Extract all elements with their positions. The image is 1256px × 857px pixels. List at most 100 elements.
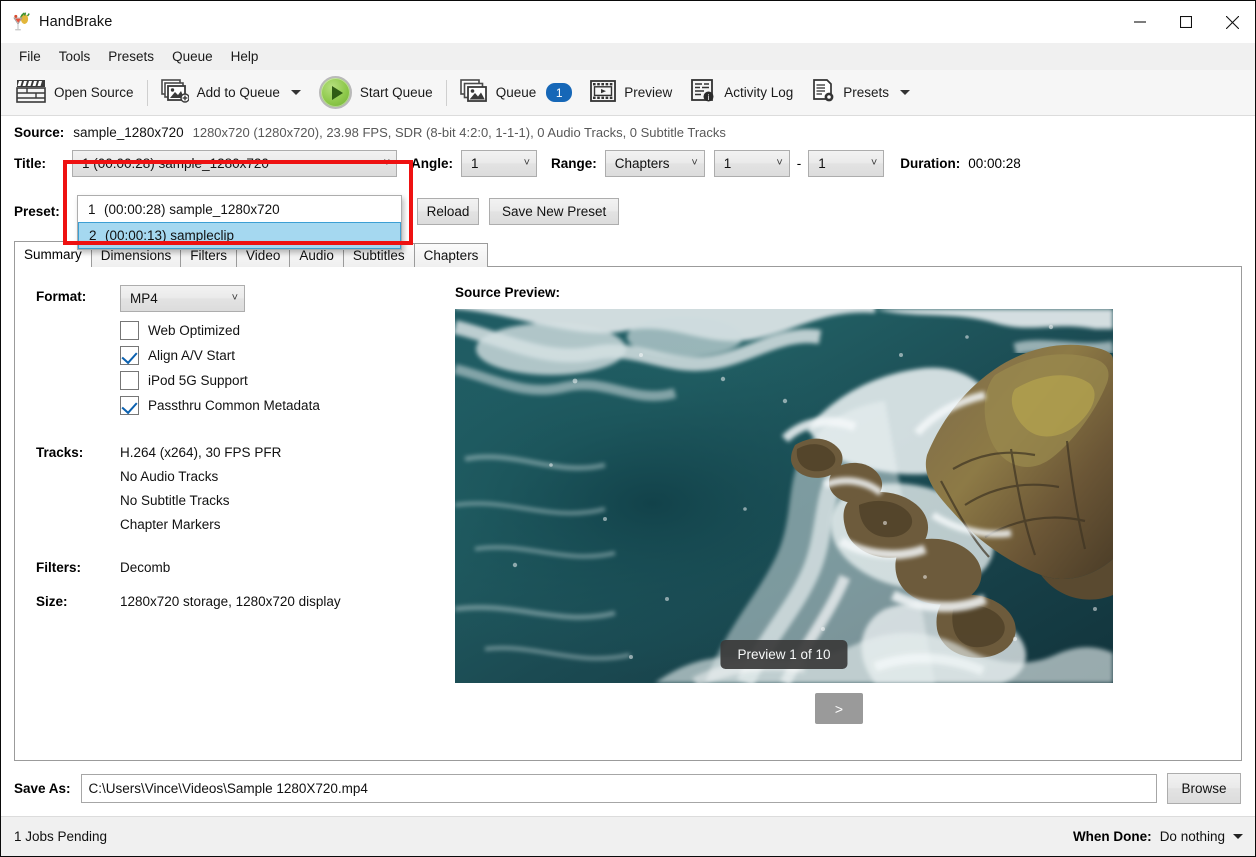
source-details: 1280x720 (1280x720), 23.98 FPS, SDR (8-b… <box>193 125 726 140</box>
summary-left-column: Format: MP4 ˅ Web Optimized Align A/V St… <box>15 285 455 760</box>
range-dash: - <box>797 156 802 171</box>
add-image-icon <box>161 79 189 106</box>
title-combobox-value: 1 (00:00:28) sample_1280x720 <box>82 156 269 171</box>
presets-chevron-down-icon[interactable] <box>900 90 910 95</box>
passthru-metadata-row[interactable]: Passthru Common Metadata <box>120 396 455 415</box>
add-to-queue-label: Add to Queue <box>197 85 280 100</box>
title-option-2-text: (00:00:13) sampleclip <box>105 228 234 243</box>
window-controls <box>1117 1 1255 43</box>
angle-label: Angle: <box>411 156 453 171</box>
title-combobox[interactable]: 1 (00:00:28) sample_1280x720 ˅ <box>72 150 397 177</box>
chevron-down-icon[interactable] <box>1233 834 1243 839</box>
range-start-value: 1 <box>724 156 732 171</box>
film-clapper-icon <box>16 79 46 106</box>
title-row: Title: 1 (00:00:28) sample_1280x720 ˅ An… <box>1 148 1255 178</box>
angle-combobox[interactable]: 1 ˅ <box>461 150 537 177</box>
range-start-combobox[interactable]: 1 ˅ <box>714 150 790 177</box>
ipod-5g-checkbox[interactable] <box>120 371 139 390</box>
range-end-value: 1 <box>818 156 826 171</box>
range-type-value: Chapters <box>615 156 670 171</box>
passthru-metadata-checkbox[interactable] <box>120 396 139 415</box>
save-as-input[interactable] <box>81 774 1157 803</box>
menu-bar: File Tools Presets Queue Help <box>1 43 1255 70</box>
filters-value: Decomb <box>120 560 170 575</box>
ipod-5g-row[interactable]: iPod 5G Support <box>120 371 455 390</box>
activity-log-button[interactable]: i Activity Log <box>681 73 802 113</box>
title-label: Title: <box>14 156 72 171</box>
tab-chapters[interactable]: Chapters <box>414 243 489 267</box>
add-to-queue-button[interactable]: Add to Queue <box>152 73 310 113</box>
save-new-preset-button[interactable]: Save New Preset <box>489 198 619 225</box>
presets-button[interactable]: Presets <box>802 73 919 113</box>
maximize-button[interactable] <box>1163 1 1209 43</box>
web-optimized-row[interactable]: Web Optimized <box>120 321 455 340</box>
source-name: sample_1280x720 <box>73 125 183 140</box>
title-dropdown-option-1[interactable]: 1 (00:00:28) sample_1280x720 <box>78 196 401 222</box>
preset-label: Preset: <box>14 204 72 219</box>
presets-gear-doc-icon <box>811 79 835 106</box>
open-source-button[interactable]: Open Source <box>7 73 143 113</box>
minimize-button[interactable] <box>1117 1 1163 43</box>
toolbar-separator <box>147 80 148 106</box>
open-source-label: Open Source <box>54 85 134 100</box>
activity-log-label: Activity Log <box>724 85 793 100</box>
filters-row: Filters: Decomb <box>36 560 455 575</box>
status-bar: 1 Jobs Pending When Done: Do nothing <box>1 816 1255 856</box>
chevron-down-icon: ˅ <box>871 158 877 169</box>
source-label: Source: <box>14 125 64 140</box>
format-label: Format: <box>36 285 120 304</box>
chevron-down-icon[interactable] <box>291 90 301 95</box>
source-preview-label: Source Preview: <box>455 285 1223 300</box>
presets-toolbar-label: Presets <box>843 85 889 100</box>
save-as-label: Save As: <box>14 781 71 796</box>
preview-next-button[interactable]: > <box>815 693 863 724</box>
toolbar-separator-2 <box>446 80 447 106</box>
chevron-down-icon: ˅ <box>776 158 782 169</box>
save-as-row: Save As: Browse <box>1 761 1255 816</box>
reload-button[interactable]: Reload <box>417 198 479 225</box>
start-queue-label: Start Queue <box>360 85 433 100</box>
range-end-combobox[interactable]: 1 ˅ <box>808 150 884 177</box>
queue-button[interactable]: Queue 1 <box>451 73 582 113</box>
track-audio: No Audio Tracks <box>120 469 281 484</box>
start-queue-button[interactable]: Start Queue <box>310 73 442 113</box>
when-done-group[interactable]: When Done: Do nothing <box>1073 829 1243 844</box>
handbrake-cocktail-icon <box>11 12 31 32</box>
preview-counter-overlay: Preview 1 of 10 <box>720 640 847 669</box>
ipod-5g-label: iPod 5G Support <box>148 373 248 388</box>
menu-tools[interactable]: Tools <box>50 45 100 68</box>
passthru-metadata-label: Passthru Common Metadata <box>148 398 320 413</box>
title-bar: HandBrake <box>1 1 1255 43</box>
align-av-start-row[interactable]: Align A/V Start <box>120 346 455 365</box>
web-optimized-label: Web Optimized <box>148 323 240 338</box>
preview-film-icon <box>590 80 616 105</box>
preview-nav: > <box>455 693 1223 724</box>
preview-button[interactable]: Preview <box>581 73 681 113</box>
tracks-row: Tracks: H.264 (x264), 30 FPS PFR No Audi… <box>36 445 455 541</box>
title-dropdown-option-2[interactable]: 2 (00:00:13) sampleclip <box>78 222 401 249</box>
chevron-down-icon: ˅ <box>384 158 390 169</box>
svg-text:i: i <box>708 93 710 102</box>
web-optimized-checkbox[interactable] <box>120 321 139 340</box>
menu-queue[interactable]: Queue <box>163 45 222 68</box>
title-option-1-text: (00:00:28) sample_1280x720 <box>104 202 280 217</box>
track-subtitle: No Subtitle Tracks <box>120 493 281 508</box>
activity-log-icon: i <box>690 79 716 106</box>
queue-count-badge: 1 <box>546 83 572 102</box>
browse-button[interactable]: Browse <box>1167 773 1241 804</box>
menu-presets[interactable]: Presets <box>99 45 163 68</box>
menu-file[interactable]: File <box>10 45 50 68</box>
size-label: Size: <box>36 594 120 609</box>
format-combobox[interactable]: MP4 ˅ <box>120 285 245 312</box>
duration-value: 00:00:28 <box>968 156 1021 171</box>
menu-help[interactable]: Help <box>222 45 268 68</box>
title-dropdown-list[interactable]: 1 (00:00:28) sample_1280x720 2 (00:00:13… <box>77 195 402 250</box>
close-button[interactable] <box>1209 1 1255 43</box>
handbrake-window: HandBrake File Tools Presets Queue Help <box>0 0 1256 857</box>
range-type-combobox[interactable]: Chapters ˅ <box>605 150 705 177</box>
chevron-down-icon: ˅ <box>232 293 238 304</box>
track-video: H.264 (x264), 30 FPS PFR <box>120 445 281 460</box>
queue-label: Queue <box>496 85 537 100</box>
align-av-start-checkbox[interactable] <box>120 346 139 365</box>
preview-column: Source Preview: <box>455 285 1241 760</box>
